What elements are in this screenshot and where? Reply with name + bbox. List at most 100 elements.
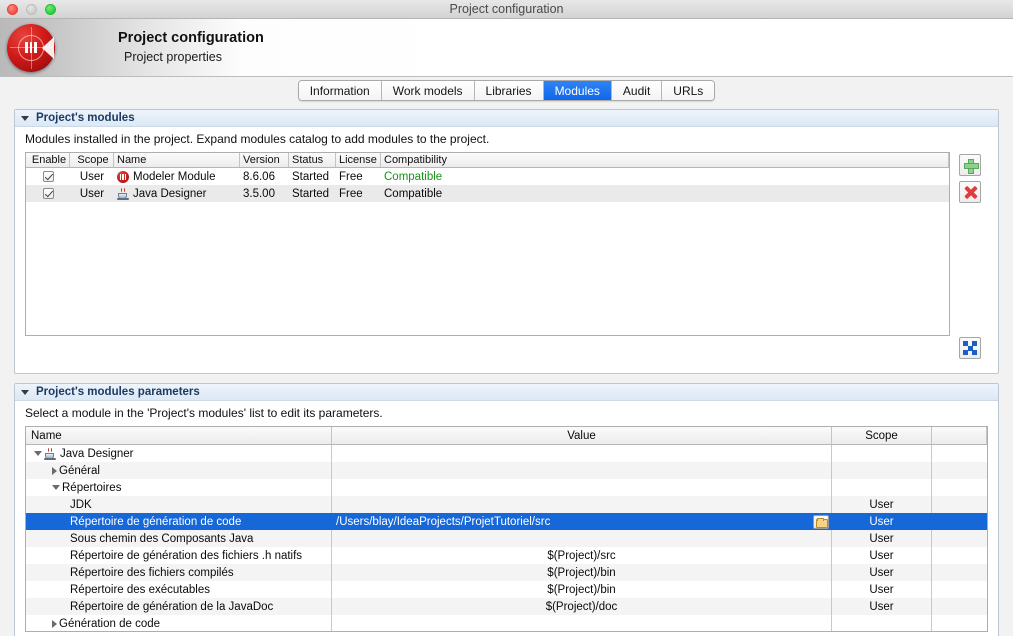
module-name-cell: Modeler Module xyxy=(114,171,240,183)
parameter-name-label: JDK xyxy=(70,499,92,511)
scope-cell: User xyxy=(70,171,114,183)
parameter-extra-cell xyxy=(932,615,987,632)
parameter-extra-cell xyxy=(932,479,987,496)
column-header-scope[interactable]: Scope xyxy=(832,427,932,444)
table-row[interactable]: Répertoire des exécutables $(Project)/bin… xyxy=(26,581,987,598)
project-modules-body: EnableScopeNameVersionStatusLicenseCompa… xyxy=(15,152,998,373)
page-header: Project configuration Project properties xyxy=(0,19,1013,77)
parameter-scope-cell xyxy=(832,479,932,496)
table-row[interactable]: Général xyxy=(26,462,987,479)
compatibility-cell: Compatible xyxy=(381,188,949,200)
minimize-button[interactable] xyxy=(26,4,37,15)
table-row[interactable]: Sous chemin des Composants JavaUser xyxy=(26,530,987,547)
license-cell: Free xyxy=(336,171,381,183)
parameter-extra-cell xyxy=(932,598,987,615)
browse-folder-button[interactable] xyxy=(813,515,829,529)
parameter-value-cell[interactable]: $(Project)/bin xyxy=(332,581,832,598)
parameter-name-label: Répertoire de génération de la JavaDoc xyxy=(70,601,273,613)
parameter-name-cell: Répertoire de génération de code xyxy=(26,513,332,530)
table-row[interactable]: Java Designer xyxy=(26,445,987,462)
table-row[interactable]: UserModeler Module8.6.06StartedFreeCompa… xyxy=(26,168,949,185)
table-row[interactable]: Répertoire de génération de code/Users/b… xyxy=(26,513,987,530)
close-button[interactable] xyxy=(7,4,18,15)
table-row[interactable]: JDKUser xyxy=(26,496,987,513)
parameter-value-cell[interactable] xyxy=(332,479,832,496)
parameter-name-label: Répertoire des exécutables xyxy=(70,584,210,596)
parameter-value-cell[interactable] xyxy=(332,496,832,513)
parameter-value-cell[interactable]: /Users/blay/IdeaProjects/ProjetTutoriel/… xyxy=(332,513,832,530)
remove-module-button[interactable] xyxy=(959,181,981,203)
parameter-scope-cell xyxy=(832,462,932,479)
tab-audit[interactable]: Audit xyxy=(612,81,662,100)
table-row[interactable]: UserJava Designer3.5.00StartedFreeCompat… xyxy=(26,185,949,202)
column-header-scope[interactable]: Scope xyxy=(70,153,114,167)
parameter-value-label: $(Project)/bin xyxy=(547,567,615,579)
tab-work-models[interactable]: Work models xyxy=(382,81,475,100)
parameter-value-cell[interactable]: $(Project)/src xyxy=(332,547,832,564)
enable-checkbox[interactable] xyxy=(43,171,54,182)
parameter-name-label: Génération de code xyxy=(59,618,160,630)
tab-libraries[interactable]: Libraries xyxy=(475,81,544,100)
column-header-version[interactable]: Version xyxy=(240,153,289,167)
chevron-down-icon[interactable] xyxy=(21,390,29,395)
parameter-name-label: Répertoire de génération des fichiers .h… xyxy=(70,550,302,562)
chevron-right-icon[interactable] xyxy=(52,620,57,628)
status-cell: Started xyxy=(289,171,336,183)
expand-catalog-button[interactable] xyxy=(959,337,981,359)
column-header-compatibility[interactable]: Compatibility xyxy=(381,153,949,167)
license-cell: Free xyxy=(336,188,381,200)
version-cell: 8.6.06 xyxy=(240,171,289,183)
modules-parameters-title: Project's modules parameters xyxy=(36,386,200,398)
maximize-button[interactable] xyxy=(45,4,56,15)
java-designer-icon xyxy=(44,448,56,460)
tab-urls[interactable]: URLs xyxy=(662,81,714,100)
parameter-value-label: /Users/blay/IdeaProjects/ProjetTutoriel/… xyxy=(336,516,550,528)
version-cell: 3.5.00 xyxy=(240,188,289,200)
add-module-button[interactable] xyxy=(959,154,981,176)
parameter-value-cell[interactable] xyxy=(332,462,832,479)
module-name-label: Java Designer xyxy=(133,188,207,200)
parameter-value-cell[interactable]: $(Project)/doc xyxy=(332,598,832,615)
modules-parameters-header[interactable]: Project's modules parameters xyxy=(15,384,998,401)
parameter-name-cell: Répertoires xyxy=(26,479,332,496)
parameter-value-cell[interactable]: $(Project)/bin xyxy=(332,564,832,581)
column-header-enable[interactable]: Enable xyxy=(26,153,70,167)
parameter-value-cell[interactable] xyxy=(332,445,832,462)
parameter-scope-cell: User xyxy=(832,598,932,615)
parameter-name-label: Général xyxy=(59,465,100,477)
project-modules-header[interactable]: Project's modules xyxy=(15,110,998,127)
table-row[interactable]: Répertoire de génération de la JavaDoc $(… xyxy=(26,598,987,615)
column-header-license[interactable]: License xyxy=(336,153,381,167)
parameter-value-cell[interactable] xyxy=(332,530,832,547)
table-row[interactable]: Répertoire de génération des fichiers .h… xyxy=(26,547,987,564)
chevron-down-icon[interactable] xyxy=(34,451,42,456)
parameter-name-cell: JDK xyxy=(26,496,332,513)
table-row[interactable]: Répertoires xyxy=(26,479,987,496)
modules-table[interactable]: EnableScopeNameVersionStatusLicenseCompa… xyxy=(25,152,950,336)
enable-checkbox-cell[interactable] xyxy=(26,171,70,182)
parameter-name-label: Java Designer xyxy=(60,448,134,460)
column-header-status[interactable]: Status xyxy=(289,153,336,167)
parameter-value-label: $(Project)/doc xyxy=(546,601,618,613)
parameter-extra-cell xyxy=(932,530,987,547)
table-row[interactable]: Génération de code xyxy=(26,615,987,632)
enable-checkbox[interactable] xyxy=(43,188,54,199)
chevron-down-icon[interactable] xyxy=(52,485,60,490)
table-row[interactable]: Répertoire des fichiers compilés$(Projec… xyxy=(26,564,987,581)
chevron-down-icon[interactable] xyxy=(21,116,29,121)
parameter-name-cell: Sous chemin des Composants Java xyxy=(26,530,332,547)
parameter-value-cell[interactable] xyxy=(332,615,832,632)
chevron-right-icon[interactable] xyxy=(52,467,57,475)
tab-modules[interactable]: Modules xyxy=(544,81,612,100)
parameters-tree-table[interactable]: Name Value Scope Java Designer Général Rép… xyxy=(25,426,988,632)
modules-parameters-body: Name Value Scope Java Designer Général Rép… xyxy=(15,426,998,636)
tab-information[interactable]: Information xyxy=(299,81,382,100)
parameter-name-cell: Java Designer xyxy=(26,445,332,462)
window-title: Project configuration xyxy=(0,2,1013,16)
enable-checkbox-cell[interactable] xyxy=(26,188,70,199)
parameter-name-cell: Génération de code xyxy=(26,615,332,632)
modules-table-body: UserModeler Module8.6.06StartedFreeCompa… xyxy=(26,168,949,202)
column-header-name[interactable]: Name xyxy=(26,427,332,444)
column-header-name[interactable]: Name xyxy=(114,153,240,167)
column-header-value[interactable]: Value xyxy=(332,427,832,444)
